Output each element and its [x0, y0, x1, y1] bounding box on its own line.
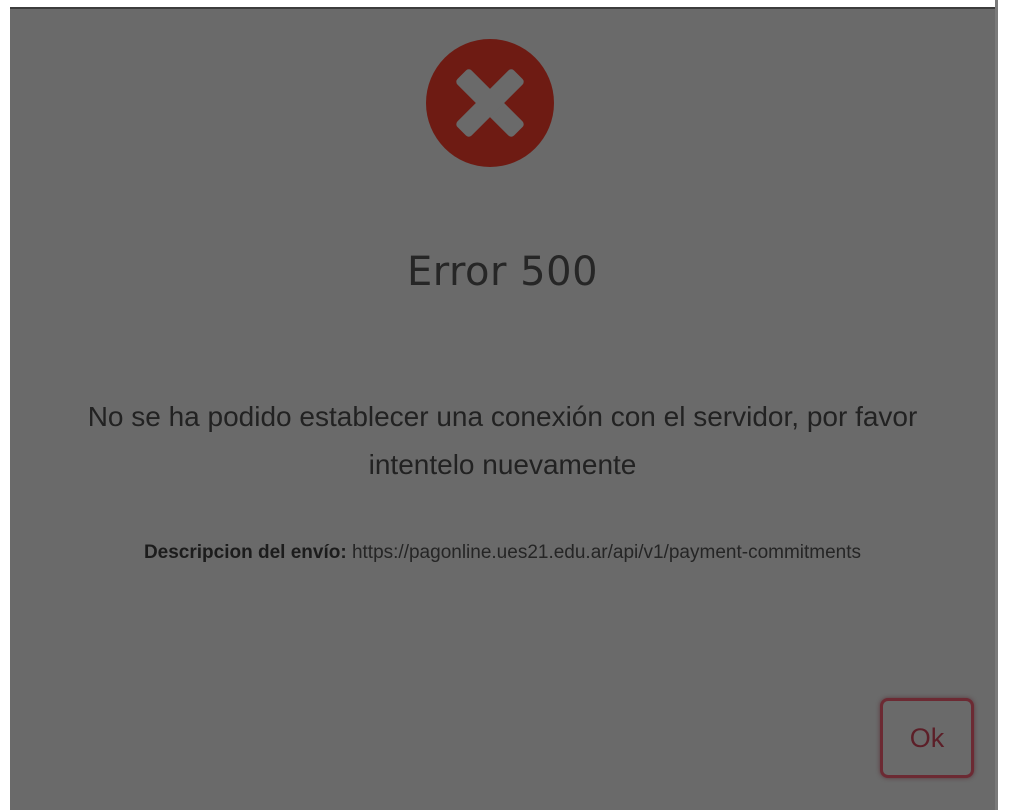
window-top-edge [0, 0, 1010, 7]
dialog-title: Error 500 [406, 249, 599, 295]
description-label: Descripcion del envío: [143, 542, 347, 563]
error-dialog: Error 500 No se ha podido establecer una… [10, 9, 995, 810]
dialog-message: No se ha podido establecer una conexión … [87, 401, 918, 480]
description-url: https://pagonline.ues21.edu.ar/api/v1/pa… [346, 542, 862, 563]
error-x-circle-icon [426, 39, 554, 167]
dialog-right-border [995, 0, 998, 810]
window-left-edge [0, 0, 10, 810]
dialog-description: Descripcion del envío: https://pagonline… [70, 531, 935, 575]
ok-button[interactable]: Ok [880, 698, 974, 778]
window-right-edge [998, 0, 1010, 810]
